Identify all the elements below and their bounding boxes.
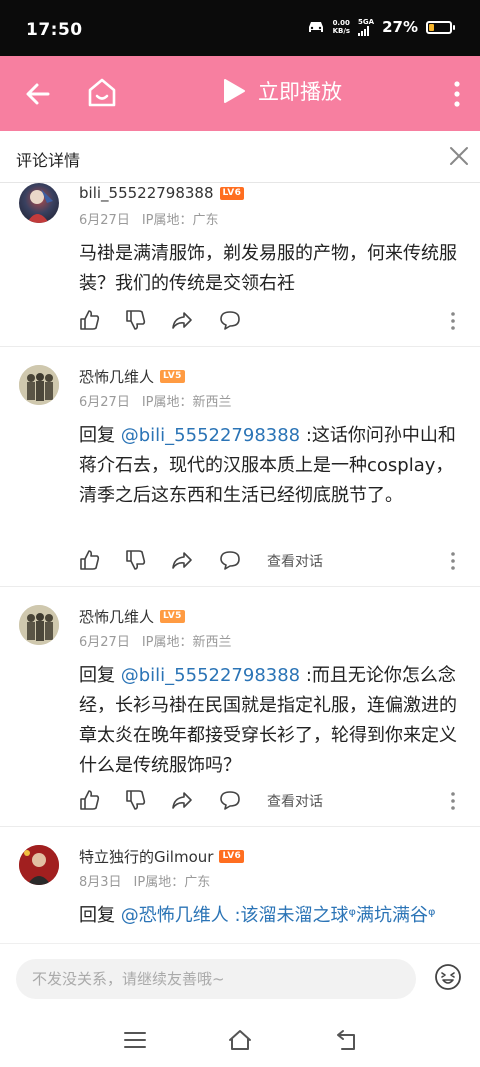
- ip-location: IP属地：广东: [141, 213, 219, 228]
- signal-bars-icon: [358, 26, 374, 36]
- status-time: 17:50: [26, 20, 83, 40]
- net-speed-unit: KB/s: [332, 27, 351, 35]
- mention-link[interactable]: @恐怖几维人: [121, 905, 229, 926]
- comment-meta: 8月3日 IP属地：广东: [79, 871, 210, 890]
- reply-icon[interactable]: [219, 309, 241, 331]
- status-icons: 0.00 KB/s 5GA 27%: [307, 18, 455, 36]
- share-icon[interactable]: [171, 549, 193, 571]
- like-icon[interactable]: [78, 309, 100, 331]
- comment-date: 6月27日: [79, 395, 130, 410]
- level-badge: LV6: [219, 186, 245, 200]
- menu-icon[interactable]: [122, 1027, 148, 1053]
- comment-text: 回复 @bili_55522798388 :这话你问孙中山和蒋介石去，现代的汉服…: [79, 421, 465, 511]
- signal-label: 5GA: [358, 18, 375, 26]
- comment-date: 6月27日: [79, 213, 130, 228]
- comment-body: :该溜未溜之球ᵠ满坑满谷ᵠ: [228, 905, 436, 926]
- user-row: bili_55522798388 LV6: [79, 184, 245, 202]
- comment-date: 6月27日: [79, 635, 130, 650]
- level-badge: LV5: [160, 610, 185, 623]
- view-conversation-link[interactable]: 查看对话: [267, 791, 323, 811]
- mention-link[interactable]: @bili_55522798388: [121, 425, 300, 446]
- reply-input[interactable]: [16, 959, 416, 999]
- username[interactable]: 恐怖几维人: [79, 606, 154, 627]
- share-icon[interactable]: [171, 309, 193, 331]
- comment-text: 马褂是满清服饰，剃发易服的产物，何来传统服装？我们的传统是交领右衽: [79, 239, 465, 299]
- comment-date: 8月3日: [79, 875, 122, 890]
- comment-meta: 6月27日 IP属地：新西兰: [79, 631, 232, 650]
- comment-actions: [78, 309, 470, 335]
- avatar[interactable]: [19, 845, 59, 885]
- comment-more-icon[interactable]: [450, 791, 456, 811]
- user-row: 特立独行的Gilmour LV6: [79, 846, 245, 867]
- comment-meta: 6月27日 IP属地：新西兰: [79, 391, 232, 410]
- ip-location: IP属地：新西兰: [141, 395, 232, 410]
- battery-icon: [426, 20, 455, 34]
- dislike-icon[interactable]: [124, 309, 146, 331]
- comment-more-icon[interactable]: [450, 311, 456, 331]
- play-now-button[interactable]: 立即播放: [222, 76, 342, 106]
- comment-actions: 查看对话: [78, 789, 470, 815]
- reply-prefix: 回复: [79, 665, 121, 686]
- back-nav-icon[interactable]: [334, 1027, 360, 1053]
- video-top-bar: 立即播放: [0, 56, 480, 131]
- reply-bar: [0, 943, 480, 1013]
- ip-location: IP属地：新西兰: [141, 635, 232, 650]
- view-conversation-link[interactable]: 查看对话: [267, 551, 323, 571]
- mention-link[interactable]: @bili_55522798388: [121, 665, 300, 686]
- home-nav-icon[interactable]: [227, 1027, 253, 1053]
- net-speed-value: 0.00: [332, 19, 350, 27]
- car-mode-icon: [308, 22, 323, 32]
- avatar[interactable]: [19, 365, 59, 405]
- comment-item: 恐怖几维人 LV5 6月27日 IP属地：新西兰 回复 @bili_555227…: [0, 587, 480, 827]
- comment-text: 回复 @恐怖几维人 :该溜未溜之球ᵠ满坑满谷ᵠ: [79, 901, 465, 931]
- comment-list[interactable]: bili_55522798388 LV6 6月27日 IP属地：广东 马褂是满清…: [0, 183, 480, 943]
- comment-item: 特立独行的Gilmour LV6 8月3日 IP属地：广东 回复 @恐怖几维人 …: [0, 827, 480, 943]
- reply-prefix: 回复: [79, 905, 121, 926]
- avatar[interactable]: [19, 183, 59, 223]
- like-icon[interactable]: [78, 789, 100, 811]
- reply-prefix: 回复: [79, 425, 121, 446]
- close-icon[interactable]: [448, 145, 470, 167]
- battery-fill: [429, 23, 434, 31]
- level-badge: LV6: [219, 850, 245, 863]
- system-nav-bar: [0, 1013, 480, 1067]
- like-icon[interactable]: [78, 549, 100, 571]
- play-now-label: 立即播放: [258, 80, 342, 104]
- avatar[interactable]: [19, 605, 59, 645]
- reply-icon[interactable]: [219, 789, 241, 811]
- comment-more-icon[interactable]: [450, 551, 456, 571]
- comment-item: bili_55522798388 LV6 6月27日 IP属地：广东 马褂是满清…: [0, 183, 480, 347]
- comment-actions: 查看对话: [78, 549, 470, 575]
- status-bar: 17:50 0.00 KB/s 5GA 27%: [0, 0, 480, 56]
- comment-body: 马褂是满清服饰，剃发易服的产物，何来传统服装？我们的传统是交领右衽: [79, 243, 457, 294]
- comment-detail-header: 评论详情: [0, 131, 480, 183]
- ip-location: IP属地：广东: [133, 875, 211, 890]
- page-title: 评论详情: [16, 151, 81, 170]
- username[interactable]: 特立独行的Gilmour: [79, 846, 213, 867]
- more-vertical-icon[interactable]: [452, 80, 462, 108]
- level-badge: LV5: [160, 370, 185, 383]
- comment-item: 恐怖几维人 LV5 6月27日 IP属地：新西兰 回复 @bili_555227…: [0, 347, 480, 587]
- share-icon[interactable]: [171, 789, 193, 811]
- battery-percent: 27%: [382, 18, 418, 36]
- net-speed: 0.00 KB/s: [333, 19, 350, 35]
- home-icon[interactable]: [86, 76, 118, 110]
- play-icon: [224, 79, 245, 103]
- avatar-image: [27, 189, 53, 223]
- emoji-icon[interactable]: [434, 963, 462, 991]
- comment-text: 回复 @bili_55522798388 :而且无论你怎么念经，长衫马褂在民国就…: [79, 661, 465, 781]
- user-row: 恐怖几维人 LV5: [79, 606, 185, 627]
- back-arrow-icon[interactable]: [22, 78, 54, 110]
- dislike-icon[interactable]: [124, 789, 146, 811]
- avatar-image: [19, 365, 59, 405]
- reply-icon[interactable]: [219, 549, 241, 571]
- username[interactable]: 恐怖几维人: [79, 366, 154, 387]
- avatar-image: [19, 845, 59, 885]
- user-row: 恐怖几维人 LV5: [79, 366, 185, 387]
- dislike-icon[interactable]: [124, 549, 146, 571]
- comment-meta: 6月27日 IP属地：广东: [79, 209, 219, 228]
- username[interactable]: bili_55522798388: [79, 184, 214, 202]
- signal: 5GA: [358, 18, 374, 36]
- avatar-image: [19, 605, 59, 645]
